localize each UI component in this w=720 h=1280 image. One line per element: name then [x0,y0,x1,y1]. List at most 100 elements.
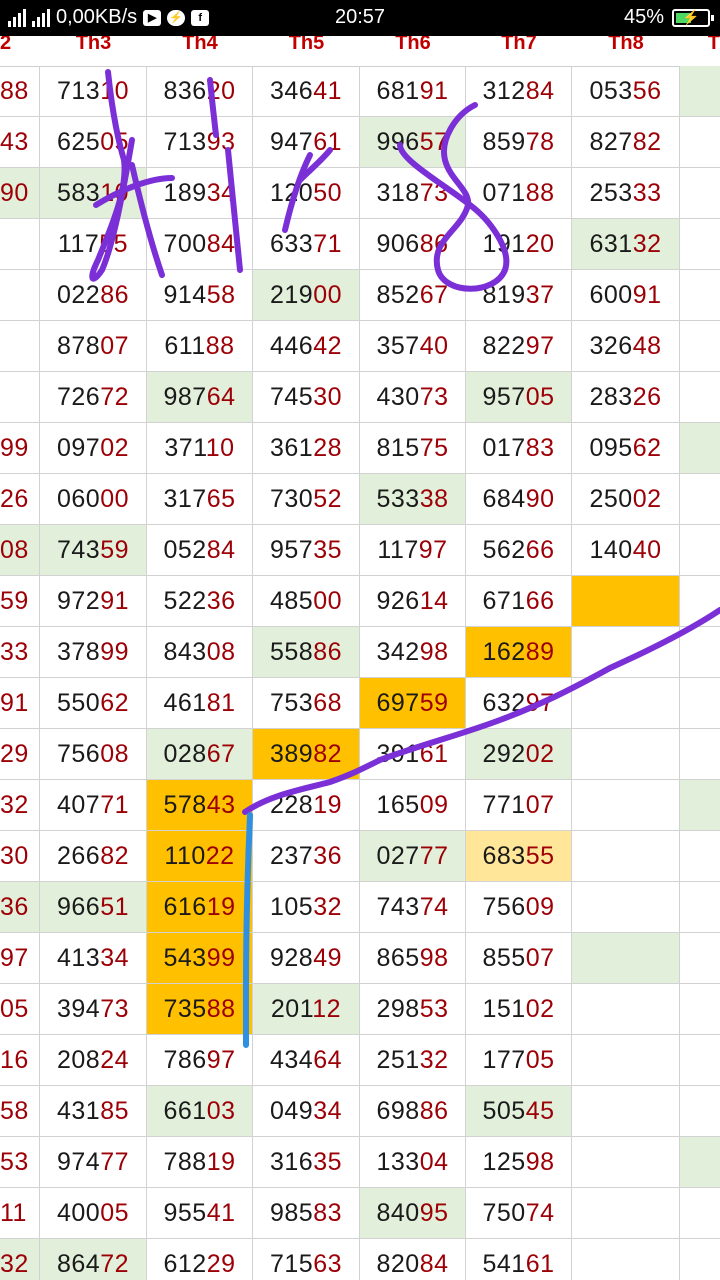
table-cell[interactable]: 75368 [253,678,360,728]
table-cell[interactable] [680,321,720,371]
table-cell[interactable]: 99657 [360,117,466,167]
table-cell[interactable]: 81937 [466,270,572,320]
table-cell[interactable]: 11022 [147,831,253,881]
table-cell[interactable] [680,168,720,218]
table-cell[interactable]: 11755 [40,219,147,269]
table-cell[interactable]: 25002 [572,474,680,524]
table-cell[interactable]: 68490 [466,474,572,524]
table-cell[interactable]: 73052 [253,474,360,524]
table-cell[interactable]: 91 [0,678,40,728]
table-cell[interactable] [572,831,680,881]
table-cell[interactable]: 95705 [466,372,572,422]
table-cell[interactable]: 44642 [253,321,360,371]
table-cell[interactable]: 34298 [360,627,466,677]
table-cell[interactable]: 95541 [147,1188,253,1238]
table-cell[interactable]: 71393 [147,117,253,167]
table-cell[interactable]: 74374 [360,882,466,932]
table-cell[interactable]: 55062 [40,678,147,728]
table-cell[interactable]: 16509 [360,780,466,830]
table-cell[interactable] [680,678,720,728]
table-cell[interactable]: 30 [0,831,40,881]
table-cell[interactable] [572,678,680,728]
table-cell[interactable] [0,372,40,422]
table-cell[interactable]: 52236 [147,576,253,626]
table-cell[interactable]: 33 [0,627,40,677]
table-cell[interactable]: 50545 [466,1086,572,1136]
table-cell[interactable]: 53 [0,1137,40,1187]
table-cell[interactable]: 82782 [572,117,680,167]
table-cell[interactable]: 09562 [572,423,680,473]
table-cell[interactable] [572,1035,680,1085]
table-cell[interactable]: 68355 [466,831,572,881]
table-cell[interactable]: 02286 [40,270,147,320]
table-cell[interactable]: 15102 [466,984,572,1034]
table-cell[interactable] [680,831,720,881]
table-cell[interactable] [680,627,720,677]
table-cell[interactable]: 29202 [466,729,572,779]
table-cell[interactable] [680,1188,720,1238]
table-cell[interactable]: 22819 [253,780,360,830]
table-cell[interactable] [680,1137,720,1187]
table-cell[interactable]: 08 [0,525,40,575]
table-cell[interactable]: 28326 [572,372,680,422]
table-cell[interactable]: 32 [0,780,40,830]
table-cell[interactable]: 02777 [360,831,466,881]
table-cell[interactable]: 95735 [253,525,360,575]
table-cell[interactable]: 63297 [466,678,572,728]
table-cell[interactable] [680,117,720,167]
table-cell[interactable] [680,1239,720,1280]
table-cell[interactable]: 59 [0,576,40,626]
table-cell[interactable]: 77107 [466,780,572,830]
table-cell[interactable]: 46181 [147,678,253,728]
table-cell[interactable]: 06000 [40,474,147,524]
table-cell[interactable]: 34641 [253,66,360,116]
table-cell[interactable]: 04934 [253,1086,360,1136]
table-cell[interactable] [680,423,720,473]
table-cell[interactable]: 41334 [40,933,147,983]
table-cell[interactable]: 11797 [360,525,466,575]
table-cell[interactable]: 70084 [147,219,253,269]
table-cell[interactable]: 40005 [40,1188,147,1238]
table-cell[interactable]: 97 [0,933,40,983]
table-cell[interactable]: 35740 [360,321,466,371]
table-cell[interactable]: 31765 [147,474,253,524]
table-cell[interactable]: 31635 [253,1137,360,1187]
table-cell[interactable]: 09702 [40,423,147,473]
table-cell[interactable]: 05284 [147,525,253,575]
table-cell[interactable]: 31284 [466,66,572,116]
table-cell[interactable]: 90 [0,168,40,218]
table-cell[interactable]: 05356 [572,66,680,116]
table-cell[interactable]: 53338 [360,474,466,524]
table-cell[interactable]: 82297 [466,321,572,371]
table-cell[interactable]: 75074 [466,1188,572,1238]
table-cell[interactable]: 84308 [147,627,253,677]
table-cell[interactable] [572,1239,680,1280]
table-cell[interactable]: 37110 [147,423,253,473]
table-cell[interactable]: 90686 [360,219,466,269]
table-cell[interactable] [680,474,720,524]
table-cell[interactable]: 58 [0,1086,40,1136]
table-cell[interactable] [680,933,720,983]
table-cell[interactable]: 85507 [466,933,572,983]
table-cell[interactable] [680,219,720,269]
table-cell[interactable]: 61619 [147,882,253,932]
table-cell[interactable]: 19120 [466,219,572,269]
table-cell[interactable]: 32 [0,1239,40,1280]
table-cell[interactable] [680,780,720,830]
table-cell[interactable]: 63132 [572,219,680,269]
table-cell[interactable]: 40771 [40,780,147,830]
table-cell[interactable]: 88 [0,66,40,116]
table-cell[interactable]: 23736 [253,831,360,881]
table-cell[interactable]: 18934 [147,168,253,218]
table-cell[interactable]: 43185 [40,1086,147,1136]
table-cell[interactable]: 26682 [40,831,147,881]
table-cell[interactable]: 75609 [466,882,572,932]
table-cell[interactable]: 62505 [40,117,147,167]
table-cell[interactable]: 61229 [147,1239,253,1280]
table-cell[interactable] [572,627,680,677]
table-cell[interactable]: 25132 [360,1035,466,1085]
table-cell[interactable]: 82084 [360,1239,466,1280]
table-cell[interactable] [572,729,680,779]
table-cell[interactable] [572,1137,680,1187]
table-cell[interactable]: 54161 [466,1239,572,1280]
